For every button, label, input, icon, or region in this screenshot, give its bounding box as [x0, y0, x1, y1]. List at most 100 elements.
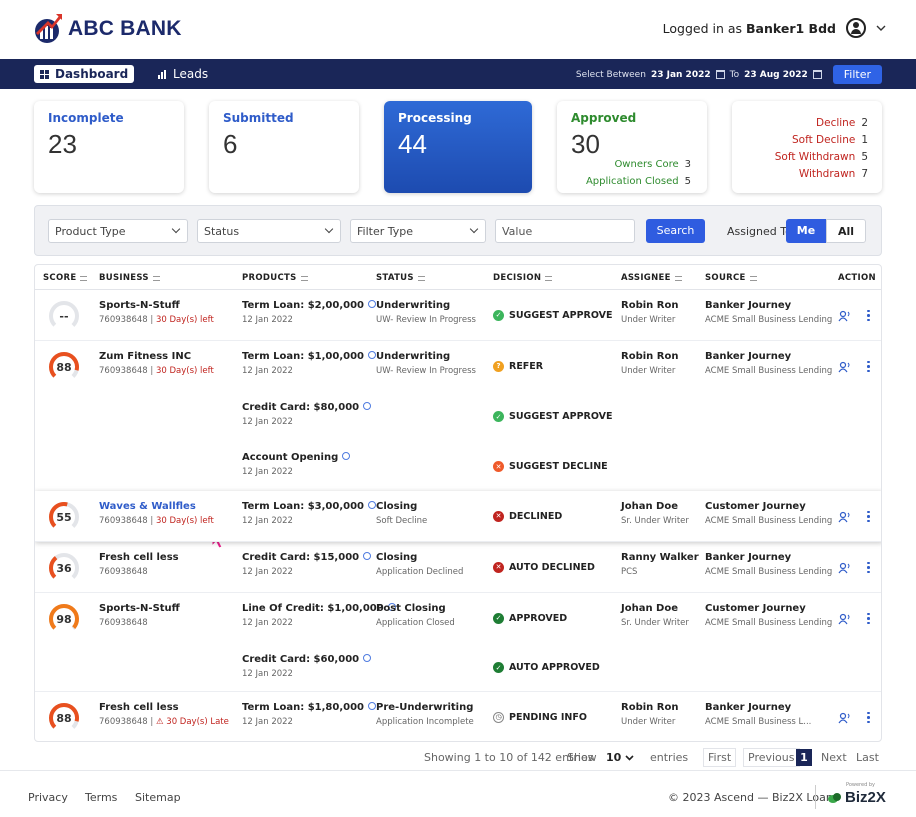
table-row[interactable]: Credit Card: $80,000 12 Jan 2022 ✓ SUGGEST …	[35, 392, 881, 442]
info-icon[interactable]	[363, 552, 372, 560]
info-icon[interactable]	[368, 351, 377, 359]
processing-card[interactable]: Processing 44	[384, 101, 532, 193]
more-actions-icon[interactable]	[867, 360, 870, 373]
sort-icon[interactable]	[300, 275, 308, 281]
col-products[interactable]: PRODUCTS	[242, 273, 308, 283]
table-row[interactable]: -- Sports-N-Stuff 760938648 | 30 Day(s) le…	[35, 290, 881, 341]
footer-sitemap-link[interactable]: Sitemap	[135, 791, 181, 804]
assign-user-icon[interactable]	[838, 712, 851, 724]
product-name: Term Loan: $1,00,000	[242, 351, 377, 362]
tab-dashboard[interactable]: Dashboard	[34, 65, 135, 83]
info-icon[interactable]	[368, 501, 377, 509]
decline-card[interactable]: Decline 2 Soft Decline 1 Soft Withdrawn 5 W…	[732, 101, 882, 193]
chevron-down-icon[interactable]	[876, 25, 886, 31]
table-row[interactable]: 88 Zum Fitness INC 760938648 | 30 Day(s) l…	[35, 341, 881, 392]
leaf-icon	[828, 792, 841, 803]
pager-next[interactable]: Next	[821, 751, 847, 764]
assign-user-icon[interactable]	[838, 511, 851, 523]
table-row[interactable]: Account Opening 12 Jan 2022 ✕ SUGGEST DECLI…	[35, 442, 881, 492]
decision-badge: ✕ DECLINED	[493, 510, 562, 522]
score-value: 88	[56, 712, 71, 725]
more-actions-icon[interactable]	[867, 510, 870, 523]
more-actions-icon[interactable]	[867, 612, 870, 625]
col-score[interactable]: SCORE	[43, 273, 88, 283]
tab-leads[interactable]: Leads	[152, 65, 214, 83]
table-row[interactable]: 55 Waves & Wallfles 760938648 | 30 Day(s) …	[35, 491, 881, 542]
pager-page-1[interactable]: 1	[796, 749, 812, 766]
value-input[interactable]: Value	[495, 219, 635, 243]
info-icon[interactable]	[368, 300, 377, 308]
date-to-label: To	[729, 69, 740, 80]
decision-status-icon: ◷	[493, 711, 504, 723]
assignee-name: Robin Ron	[621, 351, 679, 362]
info-icon[interactable]	[368, 702, 377, 710]
col-business[interactable]: BUSINESS	[99, 273, 160, 283]
sort-icon[interactable]	[152, 275, 160, 281]
page-size-select[interactable]: 10	[606, 751, 634, 764]
more-actions-icon[interactable]	[867, 561, 870, 574]
filter-type-select[interactable]: Filter Type	[350, 219, 486, 243]
info-icon[interactable]	[363, 402, 372, 410]
user-menu[interactable]: Logged in as Banker1 Bdd	[663, 18, 886, 38]
col-status[interactable]: STATUS	[376, 273, 425, 283]
sort-icon[interactable]	[417, 275, 425, 281]
decision-label: AUTO APPROVED	[509, 662, 600, 673]
decision-badge: ✓ SUGGEST APPROVE	[493, 309, 613, 321]
filter-button[interactable]: Filter	[832, 65, 882, 84]
business-id: 760938648	[99, 366, 148, 376]
pager-first[interactable]: First	[703, 748, 737, 767]
product-name: Term Loan: $1,80,000	[242, 702, 377, 713]
calendar-icon[interactable]	[715, 70, 725, 79]
business-name[interactable]: Sports-N-Stuff	[99, 603, 180, 614]
search-button[interactable]: Search	[646, 219, 705, 243]
sort-icon[interactable]	[80, 275, 88, 281]
table-row[interactable]: 88 Fresh cell less 760938648 | ⚠ 30 Day(s)…	[35, 692, 881, 741]
product-date: 12 Jan 2022	[242, 717, 293, 727]
assign-user-icon[interactable]	[838, 613, 851, 625]
submitted-card[interactable]: Submitted 6	[209, 101, 359, 193]
sort-icon[interactable]	[545, 275, 553, 281]
more-actions-icon[interactable]	[867, 309, 870, 322]
date-from[interactable]: 23 Jan 2022	[651, 70, 711, 80]
approved-card[interactable]: Approved 30 Owners Core 3 Application Clo…	[557, 101, 707, 193]
business-name[interactable]: Fresh cell less	[99, 552, 179, 563]
assign-user-icon[interactable]	[838, 562, 851, 574]
assigned-all-toggle[interactable]: All	[826, 219, 866, 243]
table-row[interactable]: 36 Fresh cell less 760938648 Credit Card: $…	[35, 542, 881, 593]
date-to[interactable]: 23 Aug 2022	[744, 70, 808, 80]
business-name[interactable]: Sports-N-Stuff	[99, 300, 180, 311]
col-decision[interactable]: DECISION	[493, 273, 553, 283]
brand-logo[interactable]: ABC BANK	[32, 13, 182, 45]
days-left: 30 Day(s) left	[155, 516, 214, 526]
assignee-name: Johan Doe	[621, 603, 679, 614]
sort-icon[interactable]	[674, 275, 682, 281]
decision-badge: ✓ AUTO APPROVED	[493, 662, 600, 673]
col-assignee[interactable]: ASSIGNEE	[621, 273, 682, 283]
more-actions-icon[interactable]	[867, 711, 870, 724]
info-icon[interactable]	[342, 452, 351, 460]
sort-icon[interactable]	[749, 275, 757, 281]
table-row[interactable]: Credit Card: $60,000 12 Jan 2022 ✓ AUTO APP…	[35, 644, 881, 692]
table-row[interactable]: 98 Sports-N-Stuff 760938648 Line Of Credit:…	[35, 593, 881, 644]
incomplete-card[interactable]: Incomplete 23	[34, 101, 184, 193]
business-name[interactable]: Fresh cell less	[99, 702, 179, 713]
info-icon[interactable]	[363, 654, 372, 662]
calendar-icon[interactable]	[812, 70, 822, 79]
source-name: Banker Journey	[705, 300, 792, 311]
product-type-select[interactable]: Product Type	[48, 219, 188, 243]
footer-terms-link[interactable]: Terms	[85, 791, 117, 804]
product-name: Credit Card: $15,000	[242, 552, 372, 563]
assign-user-icon[interactable]	[838, 310, 851, 322]
business-name[interactable]: Waves & Wallfles	[99, 501, 196, 512]
pager-last[interactable]: Last	[856, 751, 879, 764]
business-name[interactable]: Zum Fitness INC	[99, 351, 191, 362]
pager-previous[interactable]: Previous	[743, 748, 800, 767]
user-avatar-icon[interactable]	[846, 18, 866, 38]
assigned-me-toggle[interactable]: Me	[786, 219, 826, 243]
status-select[interactable]: Status	[197, 219, 341, 243]
col-products-label: PRODUCTS	[242, 273, 297, 283]
assign-user-icon[interactable]	[838, 361, 851, 373]
col-source[interactable]: SOURCE	[705, 273, 757, 283]
footer-privacy-link[interactable]: Privacy	[28, 791, 68, 804]
decision-badge: ✕ AUTO DECLINED	[493, 561, 595, 573]
